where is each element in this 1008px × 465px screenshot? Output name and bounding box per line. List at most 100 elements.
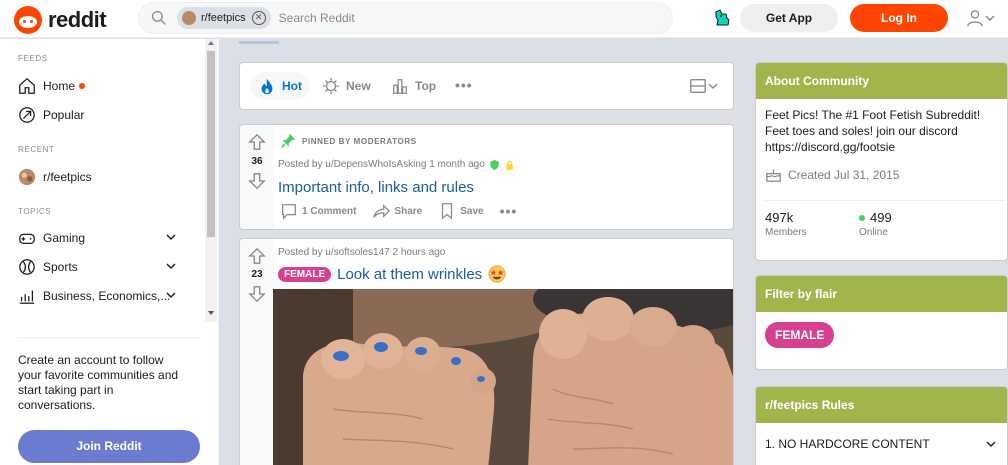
home-icon — [19, 77, 35, 94]
share-button[interactable]: Share — [372, 202, 422, 220]
rules-heading: r/feetpics Rules — [756, 387, 1007, 423]
community-chip[interactable]: r/feetpics ✕ — [177, 7, 271, 29]
login-button[interactable]: Log In — [850, 4, 948, 32]
rule-item[interactable]: 1. NO HARDCORE CONTENT — [765, 437, 997, 451]
sort-top-button[interactable]: Top — [383, 72, 444, 100]
divider — [765, 200, 1005, 201]
members-count: 497k — [765, 210, 794, 225]
posted-by[interactable]: Posted by u/softsoles147 2 hours ago — [278, 247, 445, 258]
sidebar-item-label: r/feetpics — [43, 170, 92, 184]
post-title[interactable]: Look at them wrinkles — [337, 266, 482, 283]
sidebar-item-label: Business, Economics,... — [43, 289, 171, 303]
sidebar-scrollbar[interactable] — [205, 39, 217, 322]
post-meta: Posted by u/DepensWhoIsAsking 1 month ag… — [278, 159, 514, 170]
top-header: reddit r/feetpics ✕ Search Reddit Get Ap… — [0, 0, 1008, 38]
chevron-down-icon — [985, 15, 995, 22]
search-input[interactable]: Search Reddit — [279, 11, 355, 25]
moderator-shield-icon — [490, 159, 499, 170]
post-meta: Posted by u/softsoles147 2 hours ago — [278, 247, 445, 258]
sidebar-item-label: Home — [43, 79, 76, 93]
sort-bar: Hot New Top ••• — [239, 62, 734, 110]
save-button[interactable]: Save — [438, 202, 484, 220]
flair-filter-female[interactable]: FEMALE — [765, 322, 835, 348]
sidebar-item-feetpics[interactable]: r/feetpics — [18, 166, 188, 188]
advertise-snoo-icon[interactable] — [712, 8, 732, 28]
sports-icon — [19, 259, 35, 275]
view-toggle[interactable] — [689, 77, 719, 95]
reddit-logo[interactable]: reddit — [14, 6, 107, 34]
scrollbar-thumb[interactable] — [207, 51, 215, 237]
user-menu[interactable] — [966, 9, 996, 27]
post-title[interactable]: Important info, links and rules — [278, 179, 474, 196]
sort-hot-label: Hot — [282, 79, 302, 93]
popular-icon — [19, 107, 35, 123]
bookmark-icon — [442, 203, 453, 220]
star-struck-emoji-icon — [488, 265, 506, 283]
pin-icon — [281, 133, 296, 148]
sidebar-item-sports[interactable]: Sports — [18, 256, 188, 278]
upvote-icon[interactable] — [248, 247, 266, 265]
created-label: Created Jul 31, 2015 — [788, 167, 900, 182]
online-count-row: 499 — [859, 210, 892, 225]
comment-icon — [282, 204, 296, 220]
notification-dot — [79, 83, 86, 89]
scroll-up-icon[interactable] — [208, 41, 214, 45]
sparkle-icon — [322, 77, 340, 95]
rule-label: 1. NO HARDCORE CONTENT — [765, 437, 930, 451]
post-card[interactable]: 23 Posted by u/softsoles147 2 hours ago … — [239, 238, 734, 465]
search-icon — [151, 10, 166, 25]
pinned-post[interactable]: 36 PINNED BY MODERATORS Posted by u/Depe… — [239, 124, 734, 230]
close-icon[interactable]: ✕ — [251, 11, 266, 25]
chevron-down-icon — [708, 83, 718, 90]
community-description: Feet Pics! The #1 Foot Fetish Subreddit!… — [765, 108, 981, 154]
chevron-down-icon — [166, 292, 176, 298]
filter-heading: Filter by flair — [756, 276, 1007, 312]
about-community-card: About Community Feet Pics! The #1 Foot F… — [755, 62, 1008, 261]
sidebar-item-business[interactable]: Business, Economics,... — [18, 285, 188, 307]
more-options-icon[interactable]: ••• — [455, 77, 473, 93]
sidebar-item-gaming[interactable]: Gaming — [18, 227, 188, 249]
sort-top-label: Top — [415, 79, 437, 93]
sidebar-item-home[interactable]: Home — [18, 75, 188, 97]
about-heading: About Community — [756, 63, 1007, 99]
post-image[interactable] — [273, 289, 733, 465]
sort-new-label: New — [346, 79, 371, 93]
more-options-icon[interactable]: ••• — [500, 203, 518, 219]
filter-by-flair-card: Filter by flair FEMALE — [755, 275, 1008, 370]
community-chip-label: r/feetpics — [201, 12, 246, 24]
join-reddit-button[interactable]: Join Reddit — [18, 430, 200, 463]
sort-new-button[interactable]: New — [314, 72, 379, 100]
tab-indicator — [239, 41, 279, 44]
sidebar-item-label: Popular — [43, 108, 85, 122]
scroll-down-icon[interactable] — [208, 311, 214, 315]
feeds-heading: FEEDS — [18, 54, 48, 63]
posted-by[interactable]: Posted by u/DepensWhoIsAsking 1 month ag… — [278, 159, 485, 170]
community-avatar — [18, 168, 36, 186]
upvote-icon[interactable] — [248, 133, 266, 151]
members-label: Members — [765, 227, 807, 238]
get-app-button[interactable]: Get App — [740, 4, 838, 32]
user-icon — [967, 10, 983, 27]
post-title-row[interactable]: FEMALE Look at them wrinkles — [278, 265, 506, 283]
sort-hot-button[interactable]: Hot — [250, 72, 310, 100]
gamepad-icon — [19, 233, 35, 245]
created-date: Created Jul 31, 2015 — [765, 167, 899, 182]
topics-heading: TOPICS — [18, 207, 52, 216]
downvote-icon[interactable] — [248, 172, 266, 190]
rules-card: r/feetpics Rules 1. NO HARDCORE CONTENT — [755, 386, 1008, 465]
recent-heading: RECENT — [18, 145, 55, 154]
post-flair[interactable]: FEMALE — [278, 266, 332, 282]
search-bar[interactable]: r/feetpics ✕ Search Reddit — [138, 2, 673, 34]
feet-photo — [273, 289, 733, 465]
share-label: Share — [394, 205, 423, 217]
vote-count: 23 — [251, 269, 263, 280]
online-label: Online — [859, 227, 888, 238]
vote-count: 36 — [251, 156, 263, 167]
downvote-icon[interactable] — [248, 285, 266, 303]
comments-button[interactable]: 1 Comment — [280, 202, 356, 220]
members-stat: 497k Members — [765, 210, 807, 238]
sidebar-item-popular[interactable]: Popular — [18, 104, 188, 126]
chevron-down-icon — [986, 441, 996, 447]
save-label: Save — [460, 205, 484, 217]
post-actions: 1 Comment Share Save ••• — [280, 202, 517, 220]
